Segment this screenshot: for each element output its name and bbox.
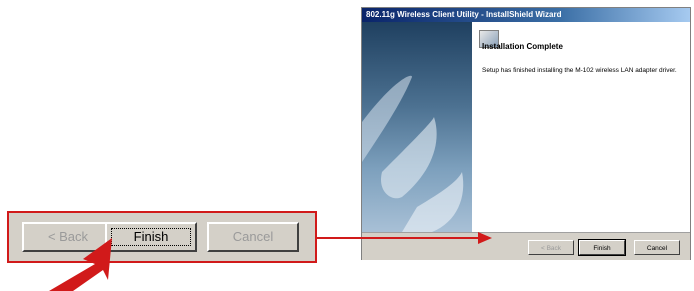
annotation-overlay bbox=[49, 232, 492, 291]
red-connector-arrow-icon bbox=[317, 232, 492, 244]
red-arrow-icon bbox=[49, 238, 112, 291]
